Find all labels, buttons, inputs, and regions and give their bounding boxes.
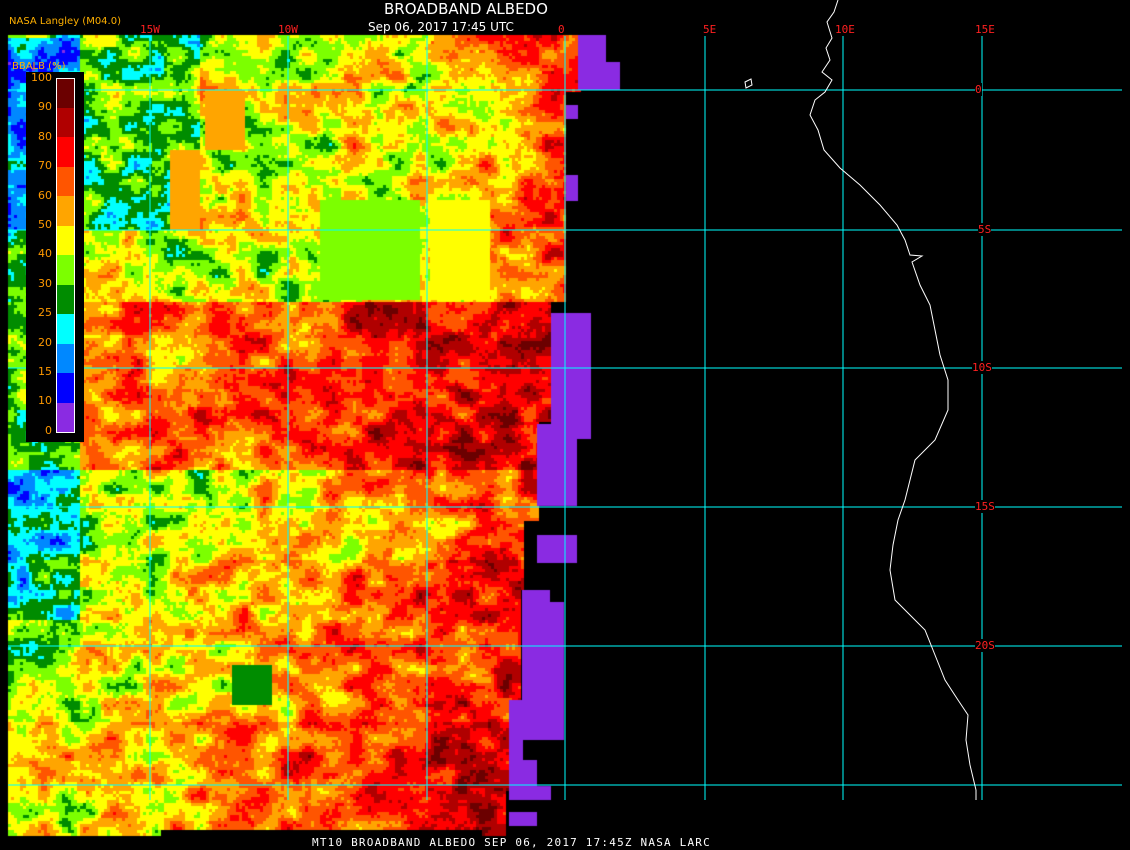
latitude-label: 10S xyxy=(972,361,992,374)
coastline xyxy=(809,0,977,800)
legend-tick-label: 50 xyxy=(38,218,52,231)
legend-tick-label: 0 xyxy=(45,423,52,437)
footer-caption: MT10 BROADBAND ALBEDO SEP 06, 2017 17:45… xyxy=(312,836,711,849)
legend-title: BBALB (%) xyxy=(12,61,66,72)
latitude-label: 5S xyxy=(978,223,992,236)
legend-frame xyxy=(56,78,75,433)
image-datetime: Sep 06, 2017 17:45 UTC xyxy=(368,20,514,34)
map-viewport: BROADBAND ALBEDO Sep 06, 2017 17:45 UTC … xyxy=(0,0,1130,850)
legend-tick-label: 25 xyxy=(38,306,52,320)
island-outline xyxy=(744,78,753,89)
legend-tick-label: 30 xyxy=(38,276,52,290)
legend-tick-label: 20 xyxy=(38,335,52,349)
longitude-label: 15W xyxy=(140,23,160,36)
legend-tick-label: 100 xyxy=(31,71,52,84)
legend-tick-label: 60 xyxy=(38,188,52,202)
legend-tick-label: 10 xyxy=(38,394,52,408)
product-title: BROADBAND ALBEDO xyxy=(384,0,548,18)
legend-tick-label: 40 xyxy=(38,247,52,261)
color-legend: 100 90 80 70 60 50 40 30 25 20 15 10 0 xyxy=(26,71,84,442)
longitude-label: 10W xyxy=(278,23,298,36)
longitude-label: 5E xyxy=(703,23,717,36)
map-overlay xyxy=(8,0,1122,800)
legend-tick-label: 80 xyxy=(38,129,52,143)
longitude-label: 10E xyxy=(835,23,855,36)
lat-lon-grid xyxy=(8,36,1122,800)
latitude-label: 0 xyxy=(975,83,982,96)
longitude-label: 0 xyxy=(558,23,565,36)
longitude-label: 15E xyxy=(975,23,995,36)
legend-tick-label: 70 xyxy=(38,159,52,173)
credit-label: NASA Langley (M04.0) xyxy=(9,16,121,27)
legend-tick-label: 90 xyxy=(38,100,52,114)
latitude-label: 15S xyxy=(975,500,995,513)
legend-tick-label: 15 xyxy=(38,365,52,378)
latitude-label: 20S xyxy=(975,639,995,652)
